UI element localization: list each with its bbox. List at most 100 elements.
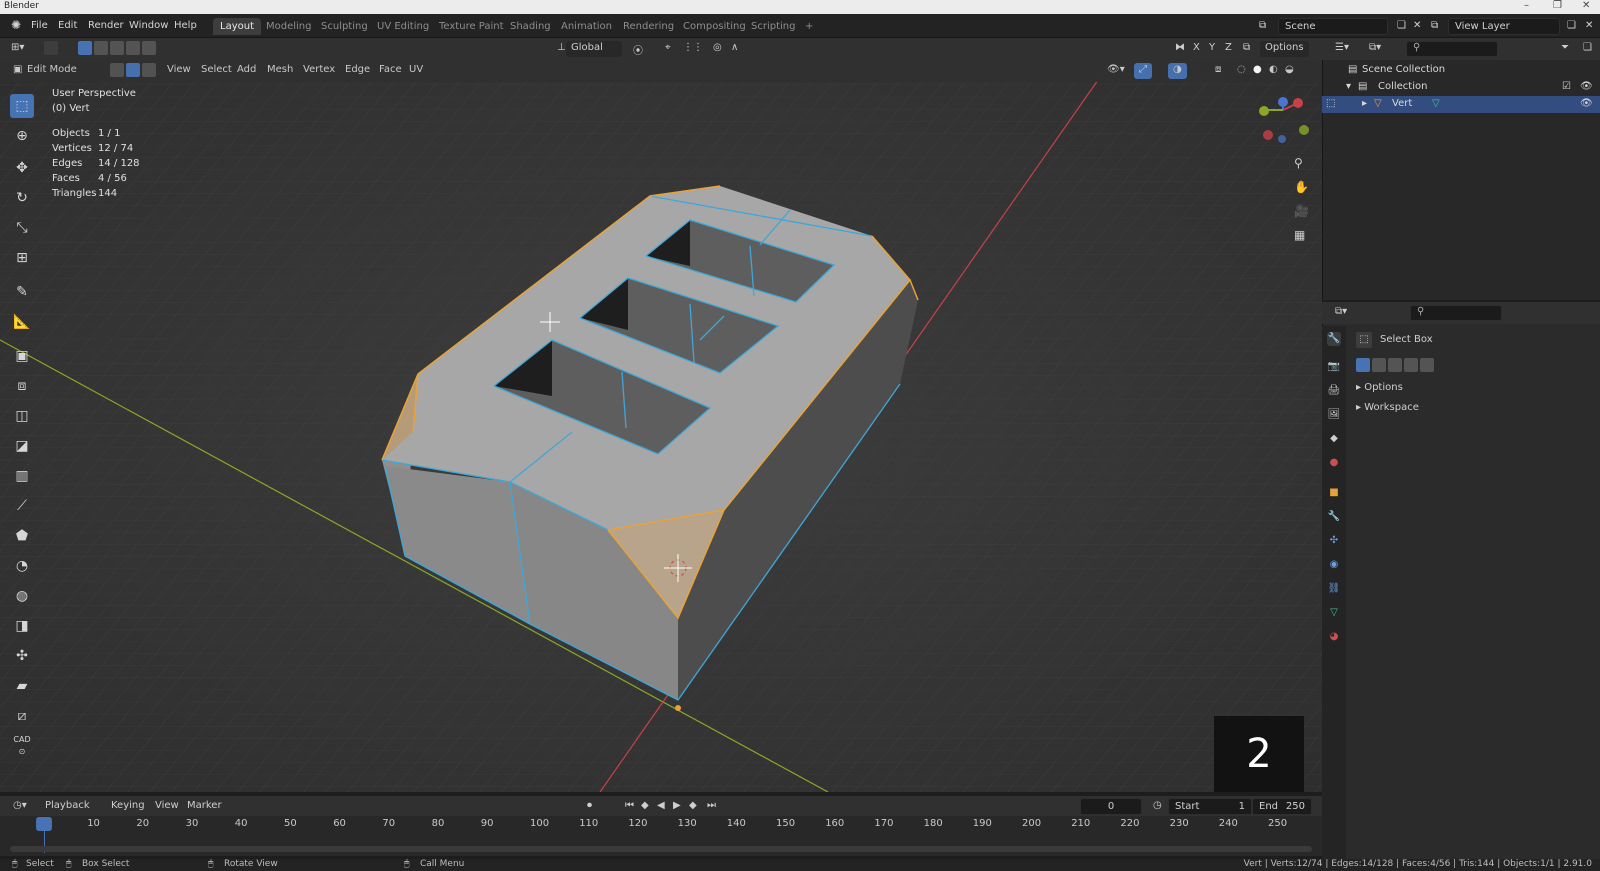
scene-icon[interactable]: ⧉ <box>1254 18 1271 33</box>
menu-edit[interactable]: Edit <box>53 18 82 33</box>
loop-cut-tool-icon[interactable]: ▥ <box>10 464 34 488</box>
visibility-eye-icon[interactable]: 👁 <box>1580 81 1593 92</box>
select-mode-invert-icon[interactable] <box>126 41 140 55</box>
end-frame-field[interactable]: End 250 <box>1252 798 1312 815</box>
playhead[interactable] <box>36 817 52 831</box>
current-frame-field[interactable]: 0 <box>1080 798 1142 815</box>
pan-hand-icon[interactable]: ✋ <box>1294 180 1309 194</box>
move-tool-icon[interactable]: ✥ <box>10 156 34 180</box>
filter-icon[interactable]: ⏷ <box>1556 41 1574 57</box>
tab-texture-paint[interactable]: Texture Paint <box>432 18 511 35</box>
tab-scripting[interactable]: Scripting <box>744 18 802 35</box>
particles-tab-icon[interactable]: ✣ <box>1327 534 1341 548</box>
pivot-icon[interactable]: ⦿ <box>628 41 648 57</box>
mode-set-icon[interactable] <box>1356 358 1370 372</box>
visibility-eye-icon[interactable]: 👁 <box>1580 98 1593 109</box>
gizmo-x-axis[interactable] <box>1293 98 1303 108</box>
jump-end-icon[interactable]: ⏭ <box>702 799 721 815</box>
snap-grid-icon[interactable]: ⋮⋮ <box>678 41 708 57</box>
transform-tool-icon[interactable]: ⊞ <box>10 246 34 270</box>
tab-shading[interactable]: Shading <box>503 18 558 35</box>
select-mode-intersect-icon[interactable] <box>142 41 156 55</box>
tab-sculpting[interactable]: Sculpting <box>314 18 375 35</box>
menu-file[interactable]: File <box>26 18 53 33</box>
mode-intersect-icon[interactable] <box>1420 358 1434 372</box>
next-keyframe-icon[interactable]: ◆ <box>684 799 702 815</box>
tab-rendering[interactable]: Rendering <box>616 18 681 35</box>
mirror-x-toggle[interactable]: X <box>1188 41 1205 57</box>
properties-editor-icon[interactable]: ⧉▾ <box>1330 305 1352 321</box>
expand-arrow-icon[interactable]: ▾ <box>1346 81 1351 92</box>
timeline-body[interactable]: 0102030405060708090100110120130140150160… <box>0 816 1322 856</box>
display-mode-icon[interactable]: ⧉▾ <box>1364 41 1386 57</box>
edit-mode-icon[interactable]: ⬚ <box>1326 98 1335 109</box>
spin-tool-icon[interactable]: ◔ <box>10 554 34 578</box>
view-layer-tab-icon[interactable]: 🖼 <box>1327 408 1341 422</box>
workspace-section[interactable]: ▸ Workspace <box>1356 402 1419 413</box>
output-tab-icon[interactable]: 🖨 <box>1327 384 1341 398</box>
menu-view[interactable]: View <box>162 63 196 79</box>
zoom-icon[interactable]: ⚲ <box>1294 156 1303 170</box>
rotate-tool-icon[interactable]: ↻ <box>10 186 34 210</box>
start-frame-field[interactable]: Start 1 <box>1168 798 1252 815</box>
xray-toggle-icon[interactable]: ⧈ <box>1210 63 1226 79</box>
modifier-tab-icon[interactable]: 🔧 <box>1327 510 1341 524</box>
gizmo-z-axis[interactable] <box>1278 97 1288 107</box>
snap-icon[interactable]: ⌖ <box>660 41 676 57</box>
menu-add[interactable]: Add <box>232 63 261 79</box>
ortho-grid-icon[interactable]: ▦ <box>1294 228 1305 242</box>
tab-layout[interactable]: Layout <box>213 18 261 35</box>
frame-ruler[interactable]: 0102030405060708090100110120130140150160… <box>0 816 1322 832</box>
expand-arrow-icon[interactable]: ▸ <box>1362 98 1367 109</box>
world-tab-icon[interactable]: ● <box>1327 456 1341 470</box>
constraints-tab-icon[interactable]: ⛓ <box>1327 582 1341 596</box>
close-icon[interactable]: ✕ <box>1582 0 1590 11</box>
measure-tool-icon[interactable]: 📐 <box>10 310 34 334</box>
menu-mesh[interactable]: Mesh <box>262 63 298 79</box>
camera-view-icon[interactable]: 🎥 <box>1294 204 1309 218</box>
view-layer-icon[interactable]: ⧉ <box>1426 18 1443 33</box>
menu-select[interactable]: Select <box>196 63 237 79</box>
timeline-editor-icon[interactable]: ◷▾ <box>8 799 32 815</box>
exclude-checkbox[interactable]: ☑ <box>1562 81 1571 92</box>
rip-tool-icon[interactable]: ⧄ <box>10 704 34 728</box>
poly-build-tool-icon[interactable]: ⬟ <box>10 524 34 548</box>
new-collection-icon[interactable]: ❏ <box>1578 41 1597 57</box>
menu-vertex[interactable]: Vertex <box>298 63 340 79</box>
outliner-scene-collection[interactable]: ▤ Scene Collection <box>1322 62 1600 79</box>
options-dropdown[interactable]: Options <box>1260 41 1309 57</box>
scene-tab-icon[interactable]: ◆ <box>1327 432 1341 446</box>
shading-rendered-icon[interactable]: ◒ <box>1280 63 1299 79</box>
edge-select-mode-icon[interactable] <box>126 63 140 77</box>
data-tab-icon[interactable]: ▽ <box>1327 606 1341 620</box>
overlay-toggle-icon[interactable]: ◑ <box>1168 63 1187 79</box>
scale-tool-icon[interactable]: ⤡ <box>10 216 34 240</box>
scene-field[interactable]: Scene <box>1278 18 1388 35</box>
menu-edge[interactable]: Edge <box>340 63 375 79</box>
options-section[interactable]: ▸ Options <box>1356 382 1403 393</box>
outliner-object-vert[interactable]: ⬚ ▸ ▽ Vert ▽ 👁 <box>1322 96 1600 113</box>
origin-vertex[interactable] <box>675 705 681 711</box>
knife-tool-icon[interactable]: ⟋ <box>10 494 34 518</box>
delete-view-layer-icon[interactable]: ✕ <box>1580 18 1598 33</box>
timeline-scrollbar[interactable] <box>10 846 1312 852</box>
mesh-data-icon[interactable]: ▽ <box>1432 98 1440 109</box>
visibility-icon[interactable]: 👁▾ <box>1102 63 1130 79</box>
add-cube-tool-icon[interactable]: ▣ <box>10 344 34 368</box>
mirror-z-toggle[interactable]: Z <box>1220 41 1237 57</box>
menu-uv[interactable]: UV <box>404 63 428 79</box>
menu-window[interactable]: Window <box>124 18 173 33</box>
gizmo-toggle-icon[interactable]: ⤢ <box>1134 63 1152 79</box>
select-box-tool-icon[interactable]: ⬚ <box>10 94 34 118</box>
blender-logo-icon[interactable]: ✺ <box>6 16 26 34</box>
new-view-layer-icon[interactable]: ❏ <box>1562 18 1581 33</box>
edge-slide-tool-icon[interactable]: ◨ <box>10 614 34 638</box>
menu-timeline-view[interactable]: View <box>150 799 184 815</box>
editor-type-icon[interactable]: ⊞▾ <box>6 41 29 57</box>
menu-keying[interactable]: Keying <box>106 799 150 815</box>
select-mode-new-icon[interactable] <box>78 41 92 55</box>
tool-tab-icon[interactable]: 🔧 <box>1327 332 1341 346</box>
menu-marker[interactable]: Marker <box>182 799 227 815</box>
auto-merge-icon[interactable]: ⧉ <box>1238 41 1255 57</box>
vertex-select-mode-icon[interactable] <box>110 63 124 77</box>
